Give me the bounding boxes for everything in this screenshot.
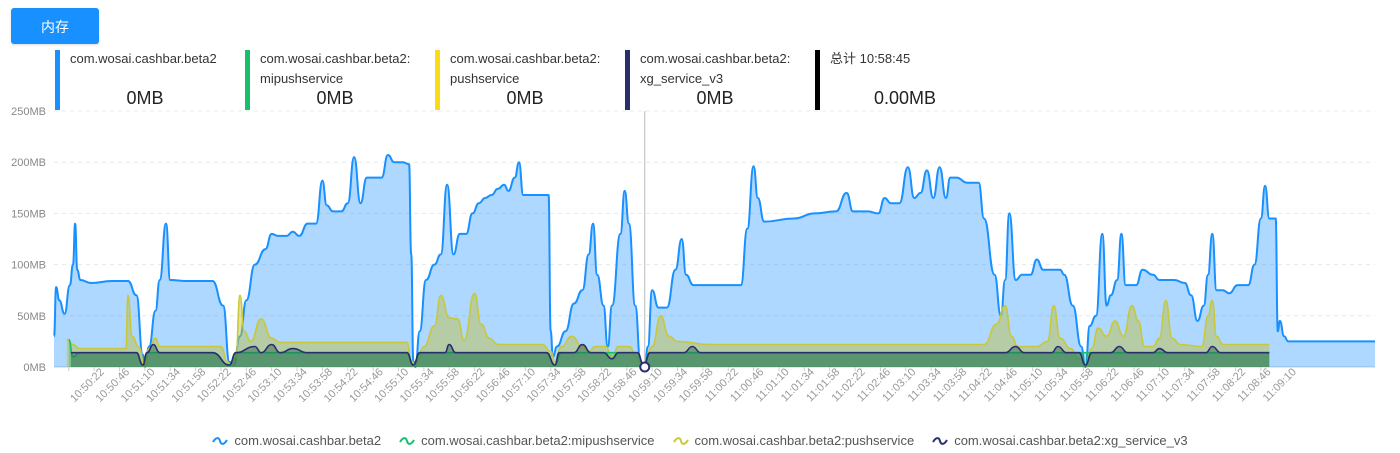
series-area-beta2	[54, 155, 1375, 367]
legend-line-icon	[672, 436, 689, 445]
y-tick-label: 50MB	[17, 311, 46, 323]
legend-label: com.wosai.cashbar.beta2:xg_service_v3	[954, 433, 1188, 448]
legend-item-push[interactable]: com.wosai.cashbar.beta2:pushservice	[672, 433, 915, 448]
y-tick-label: 250MB	[11, 106, 46, 118]
y-tick-label: 100MB	[11, 260, 46, 272]
legend-label: com.wosai.cashbar.beta2	[234, 433, 382, 448]
legend-line-icon	[399, 436, 415, 445]
memory-chart[interactable]: 0MB50MB100MB150MB200MB250MB10:50:2210:50…	[0, 0, 1400, 430]
legend-label: com.wosai.cashbar.beta2:pushservice	[694, 433, 915, 448]
y-tick-label: 150MB	[11, 208, 46, 220]
legend-item-mipush[interactable]: com.wosai.cashbar.beta2:mipushservice	[399, 433, 655, 448]
y-tick-label: 200MB	[11, 157, 46, 169]
legend-line-icon	[212, 436, 229, 445]
cursor-point	[639, 361, 651, 373]
chart-legend: com.wosai.cashbar.beta2 com.wosai.cashbar…	[0, 433, 1400, 449]
y-tick-label: 0MB	[23, 362, 46, 374]
legend-item-beta2[interactable]: com.wosai.cashbar.beta2	[212, 433, 381, 448]
legend-label: com.wosai.cashbar.beta2:mipushservice	[421, 433, 655, 448]
legend-line-icon	[932, 436, 949, 445]
legend-item-xg[interactable]: com.wosai.cashbar.beta2:xg_service_v3	[932, 433, 1188, 448]
